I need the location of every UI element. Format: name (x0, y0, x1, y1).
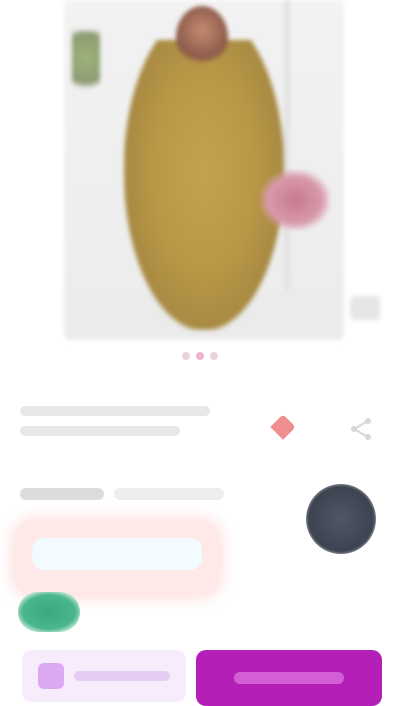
promo-banner[interactable] (14, 520, 220, 596)
share-icon (351, 418, 371, 440)
background-wall (284, 0, 290, 320)
promo-text-box (32, 538, 202, 570)
add-to-cart-text (74, 671, 75, 672)
gallery-dot-active[interactable] (196, 352, 204, 360)
add-to-cart-button[interactable] (22, 650, 186, 702)
product-detail-screen (0, 0, 400, 706)
price-row (20, 482, 280, 506)
handbag (260, 170, 330, 230)
product-image-gallery[interactable] (0, 0, 400, 350)
background-plant (72, 30, 100, 100)
share-button[interactable] (346, 414, 376, 444)
title-line (20, 426, 180, 436)
model-head (176, 6, 228, 68)
badge-text (18, 592, 19, 593)
price (20, 488, 104, 500)
promo-text (32, 538, 33, 539)
add-to-cart-label (74, 671, 170, 681)
product-title (20, 406, 220, 450)
gallery-dot[interactable] (210, 352, 218, 360)
buy-now-label (234, 672, 344, 684)
product-title-text (20, 446, 21, 447)
gallery-pagination (0, 352, 400, 366)
gallery-dot[interactable] (182, 352, 190, 360)
buy-now-button[interactable] (196, 650, 382, 706)
wishlist-button[interactable] (268, 414, 298, 444)
seller-avatar[interactable] (306, 484, 376, 554)
original-price (114, 488, 224, 500)
cart-icon (38, 663, 64, 689)
bottom-action-bar (0, 640, 400, 706)
product-photo[interactable] (64, 0, 344, 340)
gallery-thumbnail[interactable] (350, 296, 380, 320)
title-line (20, 406, 210, 416)
heart-icon (270, 414, 296, 440)
badge-chip[interactable] (18, 592, 80, 632)
buy-now-text (234, 672, 235, 673)
